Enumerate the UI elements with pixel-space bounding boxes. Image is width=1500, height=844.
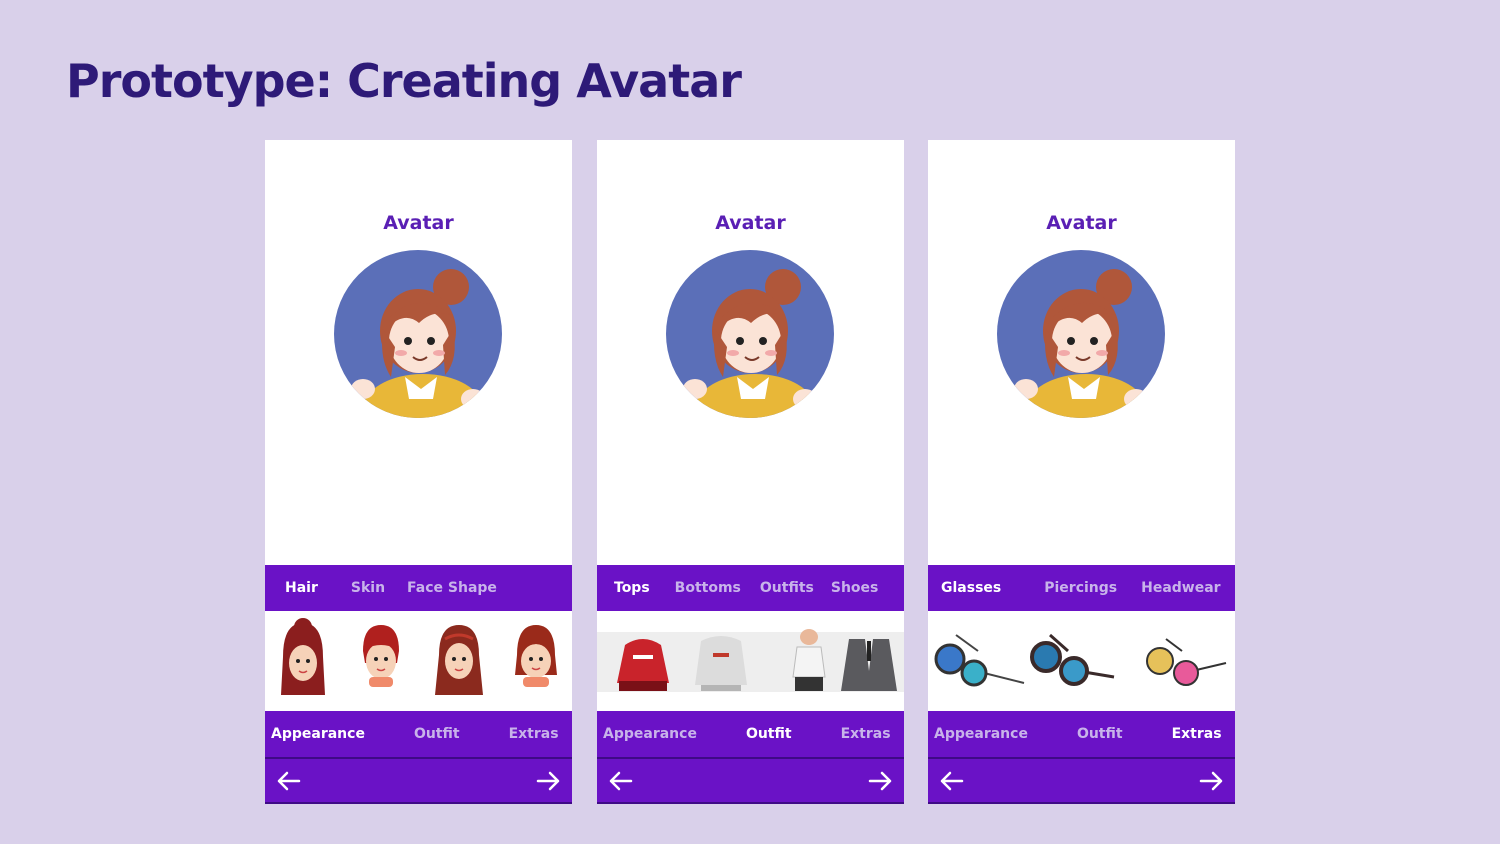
hair-style-3[interactable] <box>435 625 483 695</box>
nav-bar <box>928 759 1235 804</box>
subtab-piercings[interactable]: Piercings <box>1044 580 1117 596</box>
arrow-left-icon[interactable] <box>938 769 964 793</box>
subtab-bar: Glasses Piercings Headwear <box>928 565 1235 611</box>
slide-title: Prototype: Creating Avatar <box>66 54 742 108</box>
avatar-preview <box>665 249 835 419</box>
avatar-heading: Avatar <box>715 212 786 234</box>
tab-outfit[interactable]: Outfit <box>414 726 460 742</box>
arrow-left-icon[interactable] <box>275 769 301 793</box>
hair-options <box>265 611 572 711</box>
arrow-left-icon[interactable] <box>607 769 633 793</box>
subtab-glasses[interactable]: Glasses <box>941 580 1001 596</box>
arrow-right-icon[interactable] <box>536 769 562 793</box>
avatar-heading: Avatar <box>383 212 454 234</box>
tab-extras[interactable]: Extras <box>841 726 891 742</box>
nav-bar <box>265 759 572 804</box>
glasses-pink[interactable] <box>1146 638 1227 686</box>
main-tab-bar: Appearance Outfit Extras <box>265 711 572 759</box>
top-red-hoodie[interactable] <box>617 639 669 691</box>
phone-screen-extras: Avatar Glasses Piercings Headwear Appear… <box>928 140 1235 804</box>
main-tab-bar: Appearance Outfit Extras <box>597 711 904 759</box>
subtab-shoes[interactable]: Shoes <box>831 580 879 596</box>
subtab-bar: Tops Bottoms Outfits Shoes <box>597 565 904 611</box>
top-blazer[interactable] <box>841 639 897 691</box>
tab-appearance[interactable]: Appearance <box>934 726 1028 742</box>
subtab-face-shape[interactable]: Face Shape <box>407 580 497 596</box>
tab-appearance[interactable]: Appearance <box>603 726 697 742</box>
tab-extras[interactable]: Extras <box>509 726 559 742</box>
glasses-dark[interactable] <box>1030 633 1115 686</box>
glasses-blue[interactable] <box>934 634 1025 687</box>
tab-outfit[interactable]: Outfit <box>746 726 792 742</box>
subtab-skin[interactable]: Skin <box>351 580 385 596</box>
phone-screen-outfit: Avatar Tops Bottoms Outfits Shoes Appear… <box>597 140 904 804</box>
top-white-hoodie[interactable] <box>695 636 747 691</box>
arrow-right-icon[interactable] <box>868 769 894 793</box>
tab-appearance[interactable]: Appearance <box>271 726 365 742</box>
hair-style-4[interactable] <box>515 625 557 687</box>
hair-style-1[interactable] <box>281 618 325 695</box>
subtab-hair[interactable]: Hair <box>285 580 318 596</box>
subtab-outfits[interactable]: Outfits <box>760 580 814 596</box>
tab-outfit[interactable]: Outfit <box>1077 726 1123 742</box>
subtab-bar: Hair Skin Face Shape <box>265 565 572 611</box>
subtab-tops[interactable]: Tops <box>614 580 650 596</box>
top-options <box>597 611 904 711</box>
tab-extras[interactable]: Extras <box>1172 726 1222 742</box>
arrow-right-icon[interactable] <box>1199 769 1225 793</box>
avatar-preview <box>333 249 503 419</box>
nav-bar <box>597 759 904 804</box>
subtab-headwear[interactable]: Headwear <box>1141 580 1220 596</box>
subtab-bottoms[interactable]: Bottoms <box>675 580 741 596</box>
avatar-heading: Avatar <box>1046 212 1117 234</box>
hair-style-2[interactable] <box>363 625 399 687</box>
glasses-options <box>928 611 1235 711</box>
phone-screen-appearance: Avatar Hair Skin Face Shape Appearance O… <box>265 140 572 804</box>
avatar-preview <box>996 249 1166 419</box>
main-tab-bar: Appearance Outfit Extras <box>928 711 1235 759</box>
